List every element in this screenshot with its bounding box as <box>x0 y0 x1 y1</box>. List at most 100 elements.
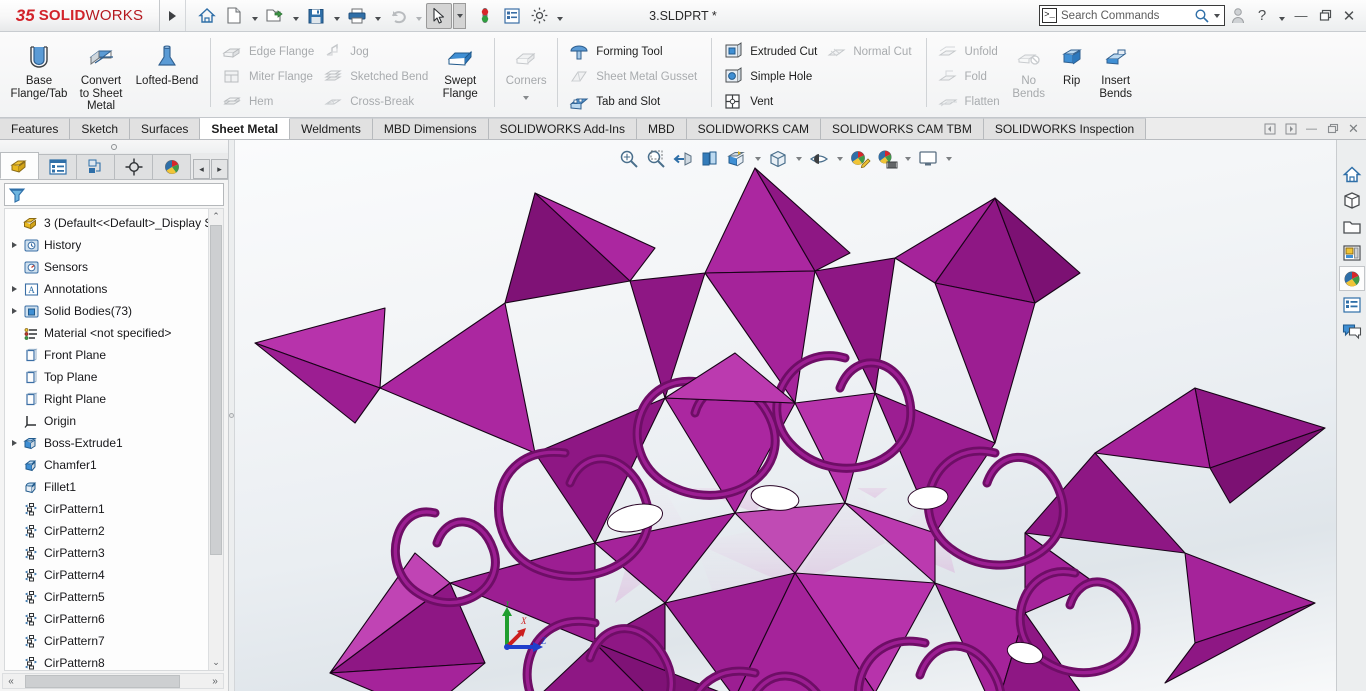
tab-sketch[interactable]: Sketch <box>70 118 131 139</box>
rip-button[interactable]: Rip <box>1052 35 1092 88</box>
viewport-button[interactable] <box>916 147 941 172</box>
hem-button[interactable]: Hem <box>219 89 320 114</box>
view-orientation-button[interactable] <box>725 147 750 172</box>
document-close-button[interactable]: ✕ <box>1345 120 1362 137</box>
open-dropdown[interactable] <box>289 3 302 29</box>
fold-button[interactable]: Fold <box>935 64 1006 89</box>
base-flange-tab-button[interactable]: Base Flange/Tab <box>8 35 70 100</box>
tree-item-origin[interactable]: Origin <box>5 410 223 432</box>
solidworks-logo[interactable]: 35 SOLIDWORKS <box>0 0 160 31</box>
user-account-icon[interactable] <box>1227 4 1249 28</box>
print-icon[interactable] <box>344 3 370 29</box>
expander-toggle[interactable] <box>7 286 21 292</box>
tree-item-solid-bodies[interactable]: Solid Bodies(73) <box>5 300 223 322</box>
feature-tree-horizontal-scrollbar[interactable]: « » <box>2 673 224 689</box>
extruded-cut-button[interactable]: Extruded Cut <box>720 39 823 64</box>
display-manager-tab[interactable] <box>152 154 191 179</box>
save-dropdown[interactable] <box>330 3 343 29</box>
tab-solidworks-cam-tbm[interactable]: SOLIDWORKS CAM TBM <box>821 118 984 139</box>
close-button[interactable]: ✕ <box>1338 4 1360 28</box>
tab-and-slot-button[interactable]: Tab and Slot <box>566 89 703 114</box>
select-cursor-icon[interactable] <box>426 2 452 29</box>
display-style-button[interactable] <box>766 147 791 172</box>
pin-icon[interactable] <box>111 143 117 150</box>
tab-weldments[interactable]: Weldments <box>290 118 373 139</box>
restore-button[interactable] <box>1314 4 1336 28</box>
feature-tree[interactable]: 3 (Default<<Default>_Display Stat Histor… <box>4 208 224 671</box>
corners-dropdown[interactable] <box>503 88 549 100</box>
simple-hole-button[interactable]: Simple Hole <box>720 64 823 89</box>
display-style-dropdown[interactable] <box>793 147 805 172</box>
dimxpert-manager-tab[interactable] <box>114 154 153 179</box>
expander-toggle[interactable] <box>7 242 21 248</box>
sheet-metal-gusset-button[interactable]: Sheet Metal Gusset <box>566 64 703 89</box>
scene-button[interactable] <box>875 147 900 172</box>
feature-manager-tab[interactable] <box>0 152 39 179</box>
forming-tool-button[interactable]: Forming Tool <box>566 39 703 64</box>
tree-item-cirpattern3[interactable]: CirPattern3 <box>5 542 223 564</box>
search-input[interactable]: >_ Search Commands <box>1039 5 1225 26</box>
tree-item-cirpattern2[interactable]: CirPattern2 <box>5 520 223 542</box>
zoom-to-fit-button[interactable] <box>617 147 642 172</box>
view-orientation-dropdown[interactable] <box>752 147 764 172</box>
view-palette-button[interactable] <box>1339 240 1365 265</box>
previous-view-button[interactable] <box>671 147 696 172</box>
file-properties-icon[interactable] <box>499 3 525 29</box>
tab-surfaces[interactable]: Surfaces <box>130 118 201 139</box>
scroll-down-button[interactable]: ⌄ <box>209 655 223 670</box>
feature-tree-filter-input[interactable] <box>4 183 224 206</box>
document-restore-button[interactable] <box>1324 120 1341 137</box>
custom-properties-button[interactable] <box>1339 292 1365 317</box>
design-library-button[interactable] <box>1339 188 1365 213</box>
undo-dropdown[interactable] <box>412 3 425 29</box>
tree-item-cirpattern8[interactable]: CirPattern8 <box>5 652 223 670</box>
prev-document-button[interactable] <box>1261 120 1278 137</box>
scroll-left-button[interactable]: « <box>3 676 19 687</box>
tree-item-sensors[interactable]: Sensors <box>5 256 223 278</box>
swept-flange-button[interactable]: Swept Flange <box>434 35 486 100</box>
file-explorer-button[interactable] <box>1339 214 1365 239</box>
next-document-button[interactable] <box>1282 120 1299 137</box>
save-icon[interactable] <box>303 3 329 29</box>
jog-button[interactable]: Jog <box>320 39 434 64</box>
tab-solidworks-inspection[interactable]: SOLIDWORKS Inspection <box>983 118 1147 139</box>
appearances-button[interactable] <box>848 147 873 172</box>
tree-item-cirpattern1[interactable]: CirPattern1 <box>5 498 223 520</box>
scroll-up-button[interactable]: ⌃ <box>209 209 223 224</box>
tree-item-history[interactable]: History <box>5 234 223 256</box>
expander-toggle[interactable] <box>7 440 21 446</box>
tree-item-top-plane[interactable]: Top Plane <box>5 366 223 388</box>
tree-item-cirpattern4[interactable]: CirPattern4 <box>5 564 223 586</box>
viewport-dropdown[interactable] <box>943 147 955 172</box>
home-icon[interactable] <box>194 3 220 29</box>
undo-icon[interactable] <box>385 3 411 29</box>
hide-show-dropdown[interactable] <box>834 147 846 172</box>
appearances-scenes-button[interactable] <box>1338 266 1365 291</box>
cross-break-button[interactable]: Cross-Break <box>320 89 434 114</box>
help-button[interactable]: ? <box>1251 4 1273 28</box>
miter-flange-button[interactable]: Miter Flange <box>219 64 320 89</box>
home-task-button[interactable] <box>1339 162 1365 187</box>
model-viewport[interactable] <box>235 140 1336 691</box>
scroll-right-button[interactable]: » <box>207 676 223 687</box>
tree-item-cirpattern5[interactable]: CirPattern5 <box>5 586 223 608</box>
help-dropdown[interactable] <box>1275 3 1288 29</box>
print-dropdown[interactable] <box>371 3 384 29</box>
section-view-button[interactable] <box>698 147 723 172</box>
tree-item-boss-extrude1[interactable]: Boss-Extrude1 <box>5 432 223 454</box>
tree-item-part-root[interactable]: 3 (Default<<Default>_Display Stat <box>5 212 223 234</box>
select-dropdown[interactable] <box>453 2 466 29</box>
unfold-button[interactable]: Unfold <box>935 39 1006 64</box>
edge-flange-button[interactable]: Edge Flange <box>219 39 320 64</box>
options-dropdown[interactable] <box>553 3 566 29</box>
tab-features[interactable]: Features <box>0 118 71 139</box>
tab-mbd-dimensions[interactable]: MBD Dimensions <box>372 118 489 139</box>
tab-solidworks-cam[interactable]: SOLIDWORKS CAM <box>686 118 822 139</box>
corners-button[interactable]: Corners <box>503 35 549 100</box>
tree-item-cirpattern7[interactable]: CirPattern7 <box>5 630 223 652</box>
hscroll-track[interactable] <box>19 674 207 688</box>
feature-tree-vertical-scrollbar[interactable]: ⌃ ⌄ <box>208 209 223 670</box>
no-bends-button[interactable]: No Bends <box>1006 35 1052 100</box>
convert-to-sheet-metal-button[interactable]: Convert to Sheet Metal <box>70 35 132 113</box>
tab-solidworks-add-ins[interactable]: SOLIDWORKS Add-Ins <box>488 118 637 139</box>
